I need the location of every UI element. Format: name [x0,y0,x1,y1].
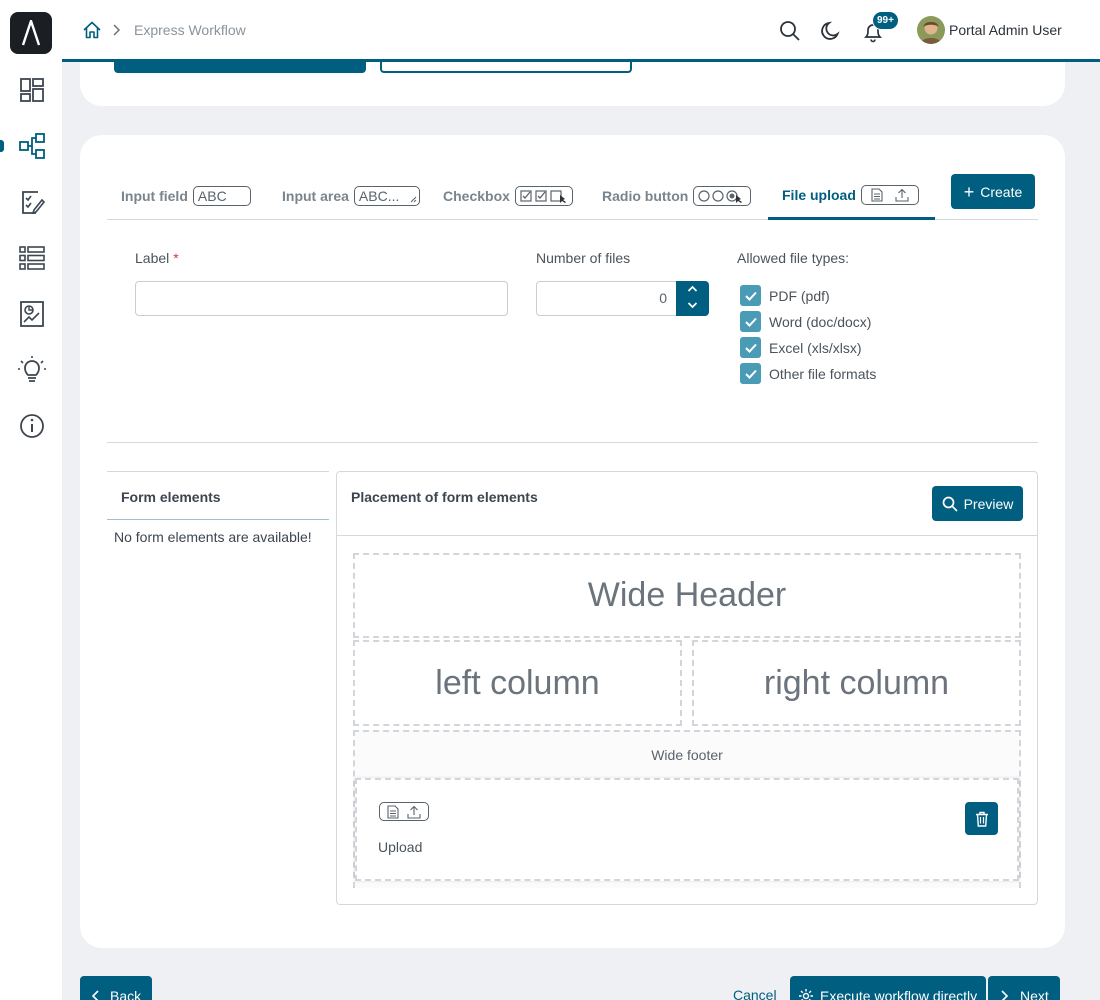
placement-panel: Placement of form elements Preview Wide … [336,471,1038,905]
user-avatar-icon [917,16,945,44]
info-icon [20,414,44,438]
app-logo[interactable] [10,12,52,54]
dark-mode-moon-icon[interactable] [820,20,842,42]
form-elements-empty-message: No form elements are available! [114,529,312,545]
form-builder-card: Input field ABC Input area ABC... Checkb… [80,135,1065,948]
section-divider [107,442,1038,443]
number-of-files-label: Number of files [536,250,631,266]
placement-title: Placement of form elements [351,489,538,505]
tab-checkbox[interactable]: Checkbox [429,173,587,219]
lightbulb-icon [18,356,46,382]
label-field-label: Label * [135,250,179,266]
breadcrumb: Express Workflow [82,20,246,40]
number-of-files-input[interactable]: 0 [536,281,678,316]
file-upload-icon [860,185,919,205]
checkbox-icon [514,186,573,206]
checkbox-checked-icon [740,285,761,306]
file-upload-icon [379,802,429,821]
sidebar-item-dashboard[interactable] [16,74,48,106]
form-elements-panel: Form elements No form elements are avail… [107,471,329,554]
delete-element-button[interactable] [965,802,998,835]
sidebar-item-list[interactable] [16,242,48,274]
sidebar-item-workflow[interactable] [16,130,48,162]
sidebar-item-info[interactable] [16,410,48,442]
left-column-drop-zone[interactable]: left column [353,640,682,726]
tab-radio-button[interactable]: Radio button [588,173,766,219]
chevron-left-icon [91,990,99,1000]
stepper-increment-button[interactable] [676,281,709,298]
avatar[interactable] [917,16,945,44]
placement-header: Placement of form elements Preview [337,472,1037,536]
logo-mark-icon [21,20,41,46]
label-input[interactable] [135,281,508,316]
plus-icon: + [963,181,975,202]
chevron-up-icon [687,285,698,292]
top-bar: Express Workflow 99+ Portal Admin User [62,0,1100,62]
search-icon[interactable] [779,20,801,42]
trash-icon [975,811,988,827]
number-of-files-stepper [676,281,709,316]
create-button[interactable]: + Create [951,174,1035,209]
user-name[interactable]: Portal Admin User [949,22,1062,38]
upload-element-label: Upload [378,839,423,855]
tab-input-field[interactable]: Input field ABC [107,173,267,219]
resize-handle-icon [410,196,417,203]
file-type-pdf-checkbox[interactable]: PDF (pdf) [740,285,830,306]
breadcrumb-current[interactable]: Express Workflow [134,22,246,38]
stepper-decrement-button[interactable] [676,298,709,315]
gear-icon [799,989,813,1000]
tab-input-area[interactable]: Input area ABC... [268,173,428,219]
home-icon[interactable] [82,20,102,40]
upload-element-card[interactable]: Upload [355,778,1019,881]
list-icon [19,246,45,270]
workflow-icon [19,133,45,159]
sidebar-item-ideas[interactable] [16,354,48,386]
file-type-word-checkbox[interactable]: Word (doc/docx) [740,311,871,332]
file-type-excel-checkbox[interactable]: Excel (xls/xlsx) [740,337,862,358]
task-checklist-icon [22,191,46,215]
preview-button[interactable]: Preview [932,486,1023,521]
checkbox-checked-icon [740,311,761,332]
input-field-icon: ABC [192,186,251,206]
back-button[interactable]: Back [80,976,152,1000]
input-area-icon: ABC... [353,186,420,206]
chevron-right-icon [113,24,121,36]
active-indicator [0,140,4,152]
allowed-file-types-label: Allowed file types: [737,250,850,266]
required-marker: * [173,250,179,266]
cancel-link[interactable]: Cancel [733,987,777,1000]
wide-header-drop-zone[interactable]: Wide Header [353,553,1021,638]
search-icon [942,496,958,512]
file-type-other-checkbox[interactable]: Other file formats [740,363,876,384]
radio-button-icon [693,186,752,206]
checkbox-checked-icon [740,337,761,358]
sidebar-item-tasks[interactable] [16,186,48,218]
tab-file-upload[interactable]: File upload [768,173,935,220]
checkbox-checked-icon [740,363,761,384]
dashboard-icon [20,78,44,102]
element-type-tabs: Input field ABC Input area ABC... Checkb… [107,173,1038,220]
chevron-right-icon [1001,990,1009,1000]
sidebar-item-reports[interactable] [16,298,48,330]
execute-workflow-button[interactable]: Execute workflow directly [790,976,986,1000]
report-chart-icon [20,301,44,327]
right-column-drop-zone[interactable]: right column [692,640,1021,726]
form-elements-title: Form elements [107,471,329,520]
sidebar [0,0,62,1000]
chevron-down-icon [687,302,698,309]
notification-badge: 99+ [872,11,899,30]
next-button[interactable]: Next [988,976,1060,1000]
